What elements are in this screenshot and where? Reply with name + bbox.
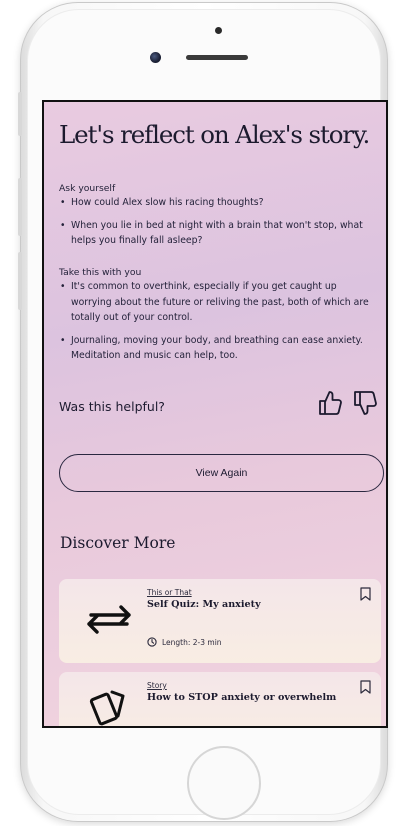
take-this-list: It's common to overthink, especially if … bbox=[59, 279, 377, 371]
ask-yourself-label: Ask yourself bbox=[59, 183, 116, 194]
volume-down-button bbox=[18, 252, 22, 310]
discover-more-heading: Discover More bbox=[60, 534, 176, 552]
card-title: Self Quiz: My anxiety bbox=[147, 599, 261, 610]
swap-arrows-icon bbox=[87, 605, 131, 634]
thumbs-down-icon[interactable] bbox=[353, 390, 377, 416]
card-kicker: Story bbox=[147, 681, 167, 690]
app-screen: Let's reflect on Alex's story. Ask yours… bbox=[42, 100, 388, 728]
content-card-story[interactable]: Story How to STOP anxiety or overwhelm bbox=[59, 672, 381, 726]
cards-icon bbox=[89, 690, 125, 726]
view-again-button[interactable]: View Again bbox=[59, 454, 384, 492]
content-card-self-quiz[interactable]: This or That Self Quiz: My anxiety Lengt… bbox=[59, 579, 381, 663]
list-item: It's common to overthink, especially if … bbox=[59, 279, 377, 326]
list-item: How could Alex slow his racing thoughts? bbox=[59, 195, 377, 211]
bookmark-icon[interactable] bbox=[360, 587, 371, 601]
sensor-dot bbox=[215, 27, 222, 34]
volume-up-button bbox=[18, 178, 22, 236]
card-length: Length: 2-3 min bbox=[147, 637, 222, 647]
card-kicker: This or That bbox=[147, 588, 192, 597]
home-button[interactable] bbox=[187, 746, 261, 820]
mute-switch bbox=[18, 92, 22, 136]
ask-yourself-list: How could Alex slow his racing thoughts?… bbox=[59, 195, 377, 256]
thumbs-up-icon[interactable] bbox=[318, 390, 342, 416]
close-icon[interactable] bbox=[58, 100, 70, 104]
earpiece-speaker bbox=[186, 55, 248, 60]
card-length-text: Length: 2-3 min bbox=[162, 637, 222, 647]
take-this-label: Take this with you bbox=[59, 267, 142, 278]
page-title: Let's reflect on Alex's story. bbox=[59, 120, 370, 149]
helpful-question: Was this helpful? bbox=[59, 399, 165, 414]
front-camera bbox=[150, 52, 161, 63]
list-item: Journaling, moving your body, and breath… bbox=[59, 333, 377, 364]
clock-icon bbox=[147, 637, 157, 647]
bookmark-icon[interactable] bbox=[360, 680, 371, 694]
card-title: How to STOP anxiety or overwhelm bbox=[147, 692, 337, 703]
list-item: When you lie in bed at night with a brai… bbox=[59, 218, 377, 249]
